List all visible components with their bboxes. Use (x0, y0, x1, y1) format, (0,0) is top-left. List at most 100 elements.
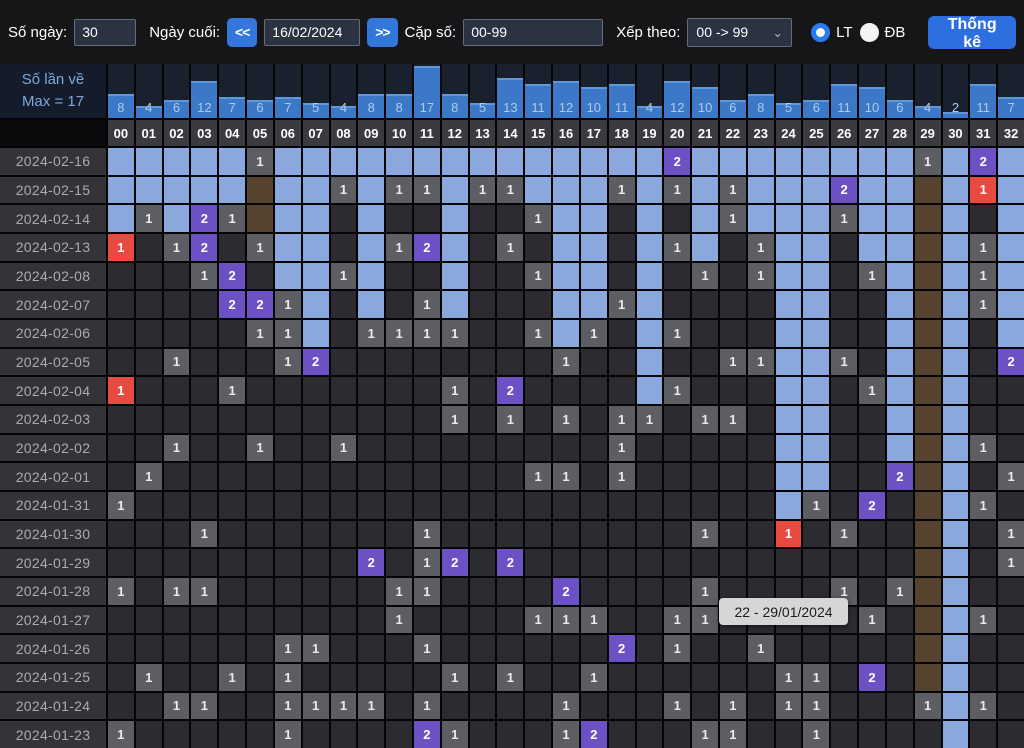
grid-cell: 1 (497, 234, 523, 261)
grid-cell (303, 234, 329, 261)
grid-cell (303, 492, 329, 519)
sort-order-select[interactable]: 00 -> 99 ⌄ (687, 18, 792, 47)
grid-cell (720, 291, 746, 318)
chart-title-cell: Số lần về Max = 17 (0, 64, 106, 118)
count-value: 4 (915, 100, 941, 115)
grid-cell: 1 (970, 492, 996, 519)
prev-date-button[interactable]: << (227, 18, 257, 47)
chevron-down-icon: ⌄ (772, 26, 783, 39)
grid-cell (191, 492, 217, 519)
grid-cell: 1 (553, 693, 579, 720)
count-bar-cell: 6 (164, 64, 190, 118)
grid-cell (859, 693, 885, 720)
pair-range-input[interactable] (463, 19, 603, 46)
grid-cell (553, 291, 579, 318)
grid-cell (748, 148, 774, 175)
grid-cell (136, 549, 162, 576)
column-header: 13 (470, 120, 496, 146)
grid-cell: 1 (748, 349, 774, 376)
grid-cell: 1 (664, 320, 690, 347)
grid-cell: 1 (164, 435, 190, 462)
grid-cell (915, 377, 941, 404)
grid-cell (414, 607, 440, 634)
grid-cell (358, 263, 384, 290)
grid-cell (358, 406, 384, 433)
grid-cell (859, 320, 885, 347)
count-bar-cell: 8 (108, 64, 134, 118)
grid-cell (859, 349, 885, 376)
grid-cell (219, 177, 245, 204)
grid-cell (191, 349, 217, 376)
grid-cell (331, 578, 357, 605)
grid-cell (136, 435, 162, 462)
grid-cell (831, 234, 857, 261)
count-bar-cell: 4 (915, 64, 941, 118)
grid-cell (275, 234, 301, 261)
grid-cell (637, 521, 663, 548)
grid-cell (191, 549, 217, 576)
radio-group-lt[interactable]: LT (811, 23, 852, 42)
grid-cell: 2 (887, 463, 913, 490)
grid-cell (637, 435, 663, 462)
grid-cell (748, 721, 774, 748)
thong-ke-button[interactable]: Thống kê (928, 16, 1016, 49)
grid-cell (108, 549, 134, 576)
grid-cell (275, 148, 301, 175)
count-value: 11 (525, 100, 551, 115)
radio-lt-label: LT (836, 24, 852, 41)
grid-cell (637, 148, 663, 175)
grid-cell (581, 205, 607, 232)
end-date-input[interactable] (264, 19, 360, 46)
grid-cell (303, 205, 329, 232)
grid-cell (497, 349, 523, 376)
grid-cell (358, 664, 384, 691)
so-ngay-input[interactable] (74, 19, 136, 46)
grid-cell (386, 377, 412, 404)
date-label: 2024-02-01 (0, 463, 106, 490)
grid-cell: 1 (581, 320, 607, 347)
grid-cell: 1 (358, 320, 384, 347)
grid-cell: 1 (525, 263, 551, 290)
grid-cell (943, 263, 969, 290)
count-bar-cell: 6 (887, 64, 913, 118)
grid-cell: 1 (776, 664, 802, 691)
grid-cell (748, 492, 774, 519)
grid-cell (998, 320, 1024, 347)
radio-db-icon[interactable] (860, 23, 879, 42)
grid-cell (915, 664, 941, 691)
grid-cell (108, 607, 134, 634)
grid-cell: 1 (442, 406, 468, 433)
grid-cell (442, 205, 468, 232)
next-date-button[interactable]: >> (367, 18, 397, 47)
grid-cell (943, 578, 969, 605)
grid-cell (692, 549, 718, 576)
grid-cell (164, 377, 190, 404)
grid-cell (748, 377, 774, 404)
grid-cell (358, 234, 384, 261)
grid-cell (776, 721, 802, 748)
grid-cell: 2 (219, 263, 245, 290)
grid-cell: 1 (831, 521, 857, 548)
grid-cell: 2 (859, 492, 885, 519)
grid-cell (442, 435, 468, 462)
grid-cell: 1 (497, 664, 523, 691)
count-bar-cell: 2 (943, 64, 969, 118)
grid-cell (692, 435, 718, 462)
radio-group-db[interactable]: ĐB (860, 23, 906, 42)
grid-cell (998, 635, 1024, 662)
grid-cell (108, 148, 134, 175)
grid-cell (859, 177, 885, 204)
grid-cell (776, 463, 802, 490)
column-header: 12 (442, 120, 468, 146)
grid-cell (331, 291, 357, 318)
grid-cell (692, 349, 718, 376)
grid-cell: 1 (331, 435, 357, 462)
grid-cell (859, 406, 885, 433)
column-header: 02 (164, 120, 190, 146)
count-value: 5 (303, 100, 329, 115)
radio-lt-icon[interactable] (811, 23, 830, 42)
grid-cell: 1 (414, 635, 440, 662)
xep-theo-label: Xếp theo: (616, 24, 680, 41)
grid-cell: 1 (970, 291, 996, 318)
grid-cell: 1 (553, 607, 579, 634)
